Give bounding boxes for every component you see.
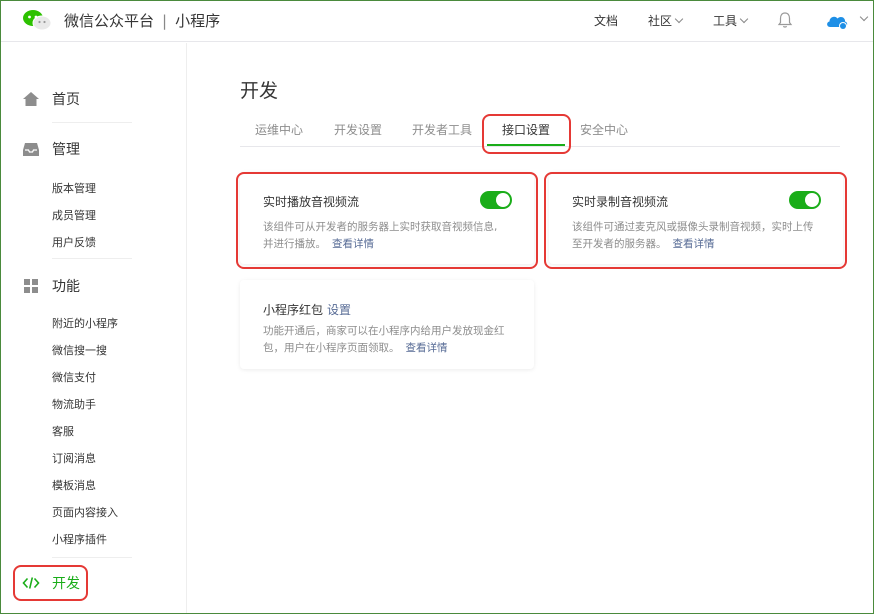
- sidebar-item-develop[interactable]: 开发: [22, 572, 80, 594]
- active-tab-underline: [487, 144, 565, 146]
- card-title: 实时录制音视频流: [572, 195, 669, 209]
- nav-tools-label: 工具: [713, 14, 738, 28]
- top-header: 微信公众平台 | 小程序 文档 社区 工具: [0, 0, 874, 42]
- nav-community[interactable]: 社区: [648, 12, 684, 29]
- card-red-packet: 小程序红包 设置 功能开通后，商家可以在小程序内给用户发放现金红 包，用户在小程序…: [240, 280, 534, 369]
- tab-dev-tools[interactable]: 开发者工具: [412, 121, 472, 138]
- tab-api-settings[interactable]: 接口设置: [502, 121, 550, 138]
- sidebar-item-members[interactable]: 成员管理: [52, 207, 96, 223]
- code-icon: [22, 577, 40, 589]
- sidebar-item-search[interactable]: 微信搜一搜: [52, 342, 107, 358]
- toggle-knob: [496, 193, 510, 207]
- sidebar-item-home-label: 首页: [52, 92, 80, 108]
- sidebar-item-feedback[interactable]: 用户反馈: [52, 234, 96, 250]
- card-live-player: 实时播放音视频流 该组件可从开发者的服务器上实时获取音视频信息, 并进行播放。查…: [240, 172, 534, 264]
- sidebar-item-service[interactable]: 客服: [52, 423, 74, 439]
- card-desc-line: 至开发者的服务器。 查看详情: [572, 236, 814, 253]
- brand-title[interactable]: 微信公众平台 | 小程序: [64, 10, 220, 31]
- page-title: 开发: [240, 80, 279, 102]
- sidebar-divider: [52, 122, 132, 123]
- grid-icon: [24, 279, 38, 293]
- sidebar-item-version[interactable]: 版本管理: [52, 180, 96, 196]
- sidebar-group-manage[interactable]: 管理: [22, 138, 80, 160]
- card-title: 实时播放音视频流: [263, 195, 360, 209]
- sidebar-group-features[interactable]: 功能: [22, 275, 80, 297]
- inbox-icon: [23, 143, 39, 156]
- tab-security[interactable]: 安全中心: [580, 121, 628, 138]
- view-details-link[interactable]: 查看详情: [406, 342, 448, 354]
- nav-community-label: 社区: [648, 14, 673, 28]
- toggle-live-pusher[interactable]: [789, 191, 821, 209]
- bell-icon[interactable]: [777, 11, 793, 29]
- card-desc-text: 至开发者的服务器。: [572, 238, 667, 250]
- card-desc: 功能开通后，商家可以在小程序内给用户发放现金红 包，用户在小程序页面领取。 查看详…: [263, 323, 505, 357]
- toggle-live-player[interactable]: [480, 191, 512, 209]
- platform-name: 微信公众平台: [64, 12, 155, 30]
- tab-ops[interactable]: 运维中心: [255, 121, 303, 138]
- wechat-logo-icon[interactable]: [22, 9, 52, 31]
- card-desc-line: 包，用户在小程序页面领取。 查看详情: [263, 340, 505, 357]
- sidebar-item-template[interactable]: 模板消息: [52, 477, 96, 493]
- sidebar-item-home[interactable]: 首页: [22, 88, 80, 110]
- nav-docs[interactable]: 文档: [594, 12, 618, 29]
- sidebar-group-features-label: 功能: [52, 279, 80, 295]
- card-desc-line: 该组件可通过麦克风或摄像头录制音视频，实时上传: [572, 221, 814, 233]
- sidebar-divider: [52, 557, 132, 558]
- settings-link[interactable]: 设置: [327, 303, 351, 317]
- card-desc-line: 并进行播放。 查看详情: [263, 236, 497, 253]
- sidebar-item-pay[interactable]: 微信支付: [52, 369, 96, 385]
- sidebar-item-subscribe[interactable]: 订阅消息: [52, 450, 96, 466]
- card-desc-text: 包，用户在小程序页面领取。: [263, 342, 400, 354]
- sidebar-item-develop-label: 开发: [52, 576, 80, 592]
- card-desc: 该组件可从开发者的服务器上实时获取音视频信息, 并进行播放。 查看详情: [263, 219, 497, 253]
- chevron-down-icon: [739, 14, 749, 24]
- card-live-pusher: 实时录制音视频流 该组件可通过麦克风或摄像头录制音视频，实时上传 至开发者的服务…: [549, 172, 843, 264]
- card-desc-text: 并进行播放。: [263, 238, 326, 250]
- product-name: 小程序: [175, 12, 221, 30]
- sidebar-item-logistics[interactable]: 物流助手: [52, 396, 96, 412]
- chevron-down-icon[interactable]: [859, 12, 869, 22]
- sidebar-item-nearby[interactable]: 附近的小程序: [52, 315, 118, 331]
- sidebar-item-plugin[interactable]: 小程序插件: [52, 531, 107, 547]
- brand-separator: |: [162, 12, 168, 30]
- cloud-avatar-icon[interactable]: [825, 11, 849, 31]
- view-details-link[interactable]: 查看详情: [673, 238, 715, 250]
- card-title-text: 小程序红包: [263, 303, 324, 317]
- home-icon: [23, 92, 39, 106]
- toggle-knob: [805, 193, 819, 207]
- card-title: 小程序红包 设置: [263, 301, 351, 318]
- sidebar-divider: [52, 258, 132, 259]
- nav-tools[interactable]: 工具: [713, 12, 749, 29]
- chevron-down-icon: [674, 14, 684, 24]
- tab-dev-settings[interactable]: 开发设置: [334, 121, 382, 138]
- card-desc-line: 该组件可从开发者的服务器上实时获取音视频信息,: [263, 221, 498, 233]
- view-details-link[interactable]: 查看详情: [332, 238, 374, 250]
- card-desc: 该组件可通过麦克风或摄像头录制音视频，实时上传 至开发者的服务器。 查看详情: [572, 219, 814, 253]
- sidebar-item-content[interactable]: 页面内容接入: [52, 504, 118, 520]
- sidebar-group-manage-label: 管理: [52, 142, 80, 158]
- card-desc-line: 功能开通后，商家可以在小程序内给用户发放现金红: [263, 325, 505, 337]
